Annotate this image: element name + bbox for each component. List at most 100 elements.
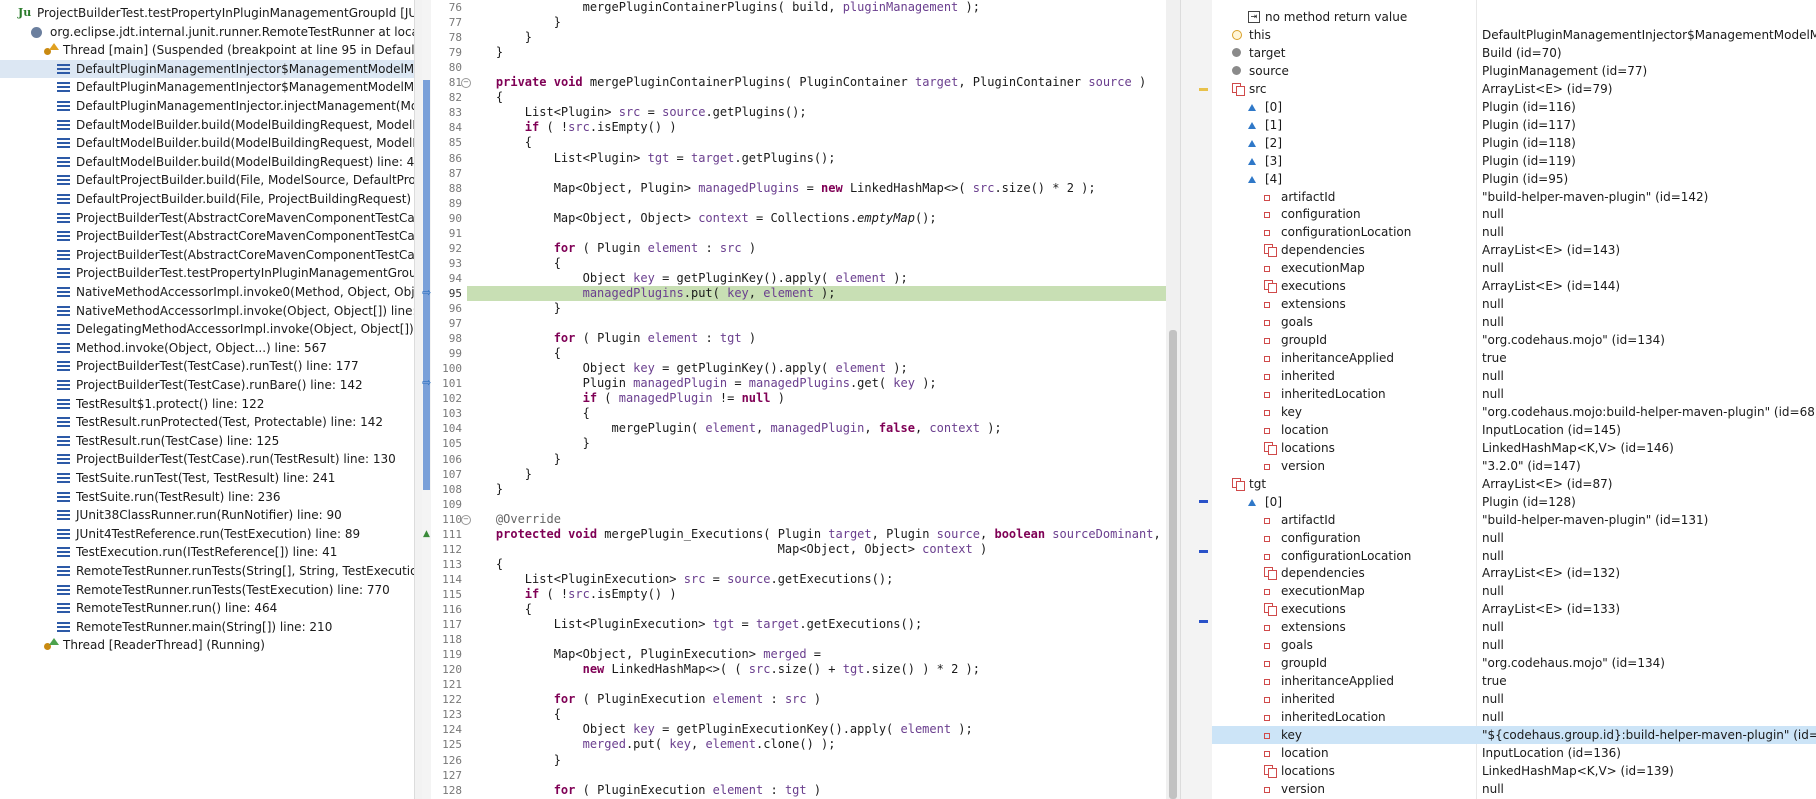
code-line[interactable]: if ( managedPlugin != null ) bbox=[467, 391, 1180, 406]
chevron-down-icon[interactable] bbox=[30, 41, 42, 59]
code-line[interactable]: { bbox=[467, 256, 1180, 271]
stack-row[interactable]: ProjectBuilderTest(AbstractCoreMavenComp… bbox=[0, 227, 414, 245]
variable-row[interactable]: [2] Plugin (id=118) bbox=[1212, 134, 1816, 152]
variable-row[interactable]: goals null bbox=[1212, 636, 1816, 654]
current-execution-line[interactable]: managedPlugins.put( key, element ); bbox=[467, 285, 1180, 301]
code-line[interactable]: { bbox=[467, 346, 1180, 361]
variable-row[interactable]: ⇥ no method return value bbox=[1212, 8, 1816, 26]
chevron-right-icon[interactable] bbox=[1248, 654, 1260, 672]
code-line[interactable] bbox=[467, 632, 1180, 647]
variable-row[interactable]: inheritedLocation null bbox=[1212, 708, 1816, 726]
code-line[interactable]: { bbox=[467, 557, 1180, 572]
variable-row[interactable]: key "${codehaus.group.id}:build-helper-ma… bbox=[1212, 726, 1816, 744]
chevron-right-icon[interactable] bbox=[1232, 152, 1244, 170]
variable-row[interactable]: version null bbox=[1212, 780, 1816, 798]
editor-scrollbar[interactable] bbox=[1166, 0, 1180, 799]
code-line[interactable] bbox=[467, 768, 1180, 783]
variable-row[interactable]: version "3.2.0" (id=147) bbox=[1212, 457, 1816, 475]
stack-row[interactable]: JUnit4TestReference.run(TestExecution) l… bbox=[0, 525, 414, 543]
variable-row[interactable]: [0] Plugin (id=128) bbox=[1212, 493, 1816, 511]
chevron-down-icon[interactable] bbox=[1216, 80, 1228, 98]
stack-row[interactable]: RemoteTestRunner.main(String[]) line: 21… bbox=[0, 618, 414, 636]
annotation-mark[interactable] bbox=[1199, 88, 1208, 91]
code-line[interactable]: { bbox=[467, 406, 1180, 421]
code-line[interactable]: } bbox=[467, 753, 1180, 768]
variable-row[interactable]: configurationLocation null bbox=[1212, 223, 1816, 241]
variable-row[interactable]: source PluginManagement (id=77) bbox=[1212, 62, 1816, 80]
code-line[interactable]: @Override bbox=[467, 512, 1180, 527]
chevron-down-icon[interactable] bbox=[1232, 170, 1244, 188]
chevron-right-icon[interactable] bbox=[1248, 403, 1260, 421]
variable-row[interactable]: goals null bbox=[1212, 313, 1816, 331]
chevron-right-icon[interactable] bbox=[1248, 762, 1260, 780]
variable-row[interactable]: extensions null bbox=[1212, 618, 1816, 636]
code-line[interactable]: if ( !src.isEmpty() ) bbox=[467, 120, 1180, 135]
variable-row[interactable]: executionMap null bbox=[1212, 259, 1816, 277]
chevron-right-icon[interactable] bbox=[1248, 564, 1260, 582]
variable-row[interactable]: configuration null bbox=[1212, 529, 1816, 547]
code-line[interactable]: { bbox=[467, 707, 1180, 722]
stack-row[interactable]: DefaultModelBuilder.build(ModelBuildingR… bbox=[0, 134, 414, 152]
code-line[interactable]: } bbox=[467, 15, 1180, 30]
stack-row[interactable]: ProjectBuilderTest(AbstractCoreMavenComp… bbox=[0, 209, 414, 227]
stack-row[interactable]: ProjectBuilderTest(TestCase).runTest() l… bbox=[0, 357, 414, 375]
variable-row[interactable]: dependencies ArrayList<E> (id=132) bbox=[1212, 564, 1816, 582]
code-line[interactable]: for ( PluginExecution element : src ) bbox=[467, 692, 1180, 707]
code-line[interactable]: Map<Object, Object> context = Collection… bbox=[467, 211, 1180, 226]
code-line[interactable]: protected void mergePlugin_Executions( P… bbox=[467, 527, 1180, 542]
variable-row[interactable]: inheritedLocation null bbox=[1212, 385, 1816, 403]
chevron-down-icon[interactable] bbox=[17, 23, 29, 41]
variable-row[interactable]: locations LinkedHashMap<K,V> (id=139) bbox=[1212, 762, 1816, 780]
stack-row[interactable]: NativeMethodAccessorImpl.invoke0(Method,… bbox=[0, 283, 414, 301]
variable-row[interactable]: location InputLocation (id=136) bbox=[1212, 744, 1816, 762]
variable-row[interactable]: [0] Plugin (id=116) bbox=[1212, 98, 1816, 116]
stack-row[interactable]: TestSuite.runTest(Test, TestResult) line… bbox=[0, 469, 414, 487]
stack-row[interactable]: NativeMethodAccessorImpl.invoke(Object, … bbox=[0, 302, 414, 320]
chevron-down-icon[interactable] bbox=[1216, 475, 1228, 493]
code-line[interactable]: } bbox=[467, 30, 1180, 45]
code-line[interactable]: Plugin managedPlugin = managedPlugins.ge… bbox=[467, 376, 1180, 391]
stack-row[interactable]: RemoteTestRunner.runTests(TestExecution)… bbox=[0, 581, 414, 599]
stack-row[interactable]: DefaultPluginManagementInjector.injectMa… bbox=[0, 97, 414, 115]
chevron-down-icon[interactable] bbox=[1232, 493, 1244, 511]
stack-row[interactable]: DefaultModelBuilder.build(ModelBuildingR… bbox=[0, 116, 414, 134]
chevron-right-icon[interactable] bbox=[1232, 98, 1244, 116]
variable-row[interactable]: location InputLocation (id=145) bbox=[1212, 421, 1816, 439]
variable-row[interactable]: inherited null bbox=[1212, 690, 1816, 708]
code-line[interactable]: Map<Object, Plugin> managedPlugins = new… bbox=[467, 181, 1180, 196]
editor-scrollbar-thumb[interactable] bbox=[1169, 330, 1177, 799]
code-line[interactable]: { bbox=[467, 602, 1180, 617]
variable-row[interactable]: configuration null bbox=[1212, 205, 1816, 223]
variable-row[interactable]: tgt ArrayList<E> (id=87) bbox=[1212, 475, 1816, 493]
stack-row[interactable]: Ju ProjectBuilderTest.testPropertyInPlugi… bbox=[0, 4, 414, 22]
code-line[interactable]: { bbox=[467, 135, 1180, 150]
annotation-mark[interactable] bbox=[1199, 550, 1208, 553]
chevron-right-icon[interactable] bbox=[1248, 331, 1260, 349]
variable-row[interactable]: executions ArrayList<E> (id=144) bbox=[1212, 277, 1816, 295]
code-line[interactable]: List<Plugin> src = source.getPlugins(); bbox=[467, 105, 1180, 120]
code-line[interactable] bbox=[467, 196, 1180, 211]
code-line[interactable]: Object key = getPluginExecutionKey().app… bbox=[467, 722, 1180, 737]
stack-row[interactable]: ProjectBuilderTest.testPropertyInPluginM… bbox=[0, 264, 414, 282]
stack-row[interactable]: DelegatingMethodAccessorImpl.invoke(Obje… bbox=[0, 320, 414, 338]
variable-row[interactable]: [1] Plugin (id=117) bbox=[1212, 116, 1816, 134]
code-line[interactable]: } bbox=[467, 482, 1180, 497]
stack-row[interactable]: TestResult.runProtected(Test, Protectabl… bbox=[0, 413, 414, 431]
stack-row[interactable]: Thread [main] (Suspended (breakpoint at … bbox=[0, 41, 414, 59]
code-editor[interactable]: ⇨ ⇨ ▲ 76 77 78 79 80 81−82 83 84 85 86 87 88 89 90 91 92 9… bbox=[422, 0, 1180, 799]
variable-row[interactable]: configurationLocation null bbox=[1212, 547, 1816, 565]
code-line[interactable]: } bbox=[467, 301, 1180, 316]
variable-row[interactable]: key "org.codehaus.mojo:build-helper-maven… bbox=[1212, 403, 1816, 421]
code-line[interactable]: } bbox=[467, 45, 1180, 60]
code-line[interactable]: Object key = getPluginKey().apply( eleme… bbox=[467, 271, 1180, 286]
code-line[interactable]: } bbox=[467, 436, 1180, 451]
variable-row[interactable]: this DefaultPluginManagementInjector$Mana… bbox=[1212, 26, 1816, 44]
code-line[interactable] bbox=[467, 677, 1180, 692]
stack-row[interactable]: TestResult.run(TestCase) line: 125 bbox=[0, 432, 414, 450]
stack-row[interactable]: RemoteTestRunner.run() line: 464 bbox=[0, 599, 414, 617]
chevron-right-icon[interactable] bbox=[1248, 744, 1260, 762]
stack-row[interactable]: TestExecution.run(ITestReference[]) line… bbox=[0, 543, 414, 561]
variable-row[interactable]: extensions null bbox=[1212, 295, 1816, 313]
variable-row[interactable]: executions ArrayList<E> (id=133) bbox=[1212, 600, 1816, 618]
code-line[interactable]: for ( PluginExecution element : tgt ) bbox=[467, 783, 1180, 798]
